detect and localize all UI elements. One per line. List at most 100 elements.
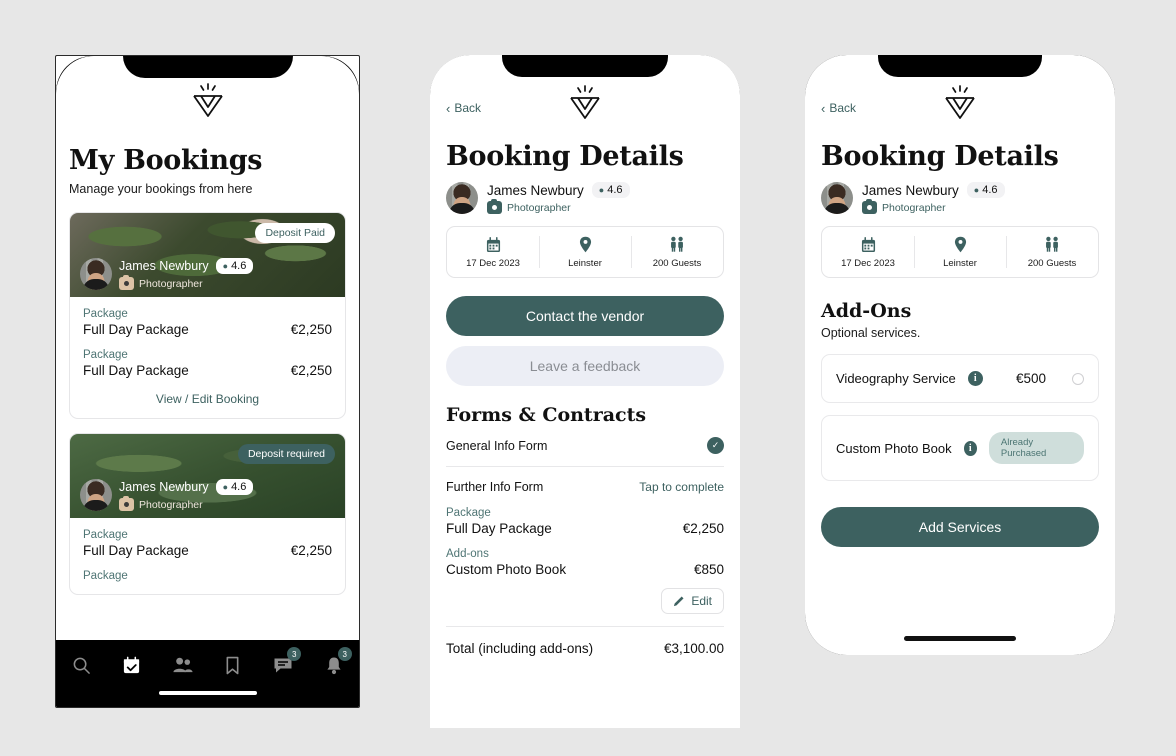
info-icon[interactable]: i (963, 440, 977, 456)
star-icon: ● (973, 184, 980, 195)
line-name: Full Day Package (83, 322, 189, 337)
location-pin-icon (916, 236, 1004, 253)
vendor-name: James Newbury (119, 259, 209, 273)
camera-icon (862, 198, 877, 214)
add-services-button[interactable]: Add Services (821, 507, 1099, 547)
addon-row[interactable]: Videography Service i €500 (821, 354, 1099, 403)
calendar-icon (449, 236, 537, 253)
booking-card[interactable]: Deposit required James Newbury ● 4.6 Phot… (69, 433, 346, 595)
form-row[interactable]: General Info Form ✓ (446, 437, 724, 454)
info-icon[interactable]: i (967, 371, 983, 386)
bottom-navigation: 3 3 (56, 640, 359, 707)
nav-bookings[interactable] (117, 653, 147, 677)
line-group-label: Package (83, 529, 128, 541)
nav-messages[interactable]: 3 (268, 647, 302, 677)
phone3-screen: ‹ Back Booking Details James Newbury ● 4… (805, 55, 1115, 655)
booking-facts: 17 Dec 2023 Leinster 200 Guests (821, 226, 1099, 278)
booking-card-photo: Deposit Paid James Newbury ● 4.6 Photogra… (70, 213, 345, 297)
leave-feedback-button[interactable]: Leave a feedback (446, 346, 724, 386)
camera-icon (119, 495, 134, 511)
fact-label: 17 Dec 2023 (466, 258, 520, 269)
pencil-icon (674, 596, 684, 607)
phone-add-ons: ‹ Back Booking Details James Newbury ● 4… (805, 55, 1115, 655)
back-label: Back (829, 101, 857, 115)
line-price: €2,250 (682, 521, 724, 536)
star-icon: ● (222, 481, 229, 492)
avatar (80, 258, 112, 290)
already-purchased-badge: Already Purchased (988, 432, 1084, 464)
nav-notifications[interactable]: 3 (319, 647, 352, 677)
line-group-label: Package (83, 349, 128, 361)
total-value: €3,100.00 (663, 641, 724, 656)
addon-select-radio[interactable] (1072, 372, 1084, 385)
fact-label: 200 Guests (1027, 258, 1077, 269)
addon-price: €500 (1015, 371, 1046, 386)
fact-label: 200 Guests (652, 258, 702, 269)
phone2-screen: ‹ Back Booking Details James Newbury ● 4… (430, 55, 740, 728)
rating-badge: ● 4.6 (591, 182, 630, 198)
form-label: Further Info Form (446, 480, 544, 494)
phone-my-bookings: My Bookings Manage your bookings from he… (55, 55, 360, 708)
line-item: Package Full Day Package €2,250 (83, 349, 332, 378)
contact-vendor-button[interactable]: Contact the vendor (446, 296, 724, 336)
line-group-label: Package (83, 308, 128, 320)
page-title: Booking Details (446, 141, 684, 172)
view-edit-booking-link[interactable]: View / Edit Booking (83, 392, 332, 406)
card-vendor: James Newbury ● 4.6 Photographer (80, 258, 254, 290)
addon-row: Custom Photo Book i Already Purchased (821, 415, 1099, 481)
line-item: Package Full Day Package €2,250 (83, 529, 332, 558)
nav-people[interactable] (167, 653, 197, 677)
camera-icon (119, 274, 134, 290)
bookmark-icon (226, 656, 239, 674)
avatar (80, 479, 112, 511)
fact-location: Leinster (539, 227, 631, 277)
vendor-role: Photographer (119, 274, 253, 290)
form-row[interactable]: Further Info Form Tap to complete (446, 480, 724, 494)
calendar-check-icon (124, 656, 140, 673)
line-name: Full Day Package (446, 521, 552, 536)
line-group-label: Package (83, 570, 128, 582)
page-subtitle: Manage your bookings from here (69, 182, 253, 196)
back-button[interactable]: ‹ Back (821, 101, 856, 115)
wedding-diamond-w-logo-icon (570, 85, 600, 119)
vendor-row: James Newbury ● 4.6 Photographer (446, 182, 724, 214)
vendor-role-label: Photographer (139, 498, 203, 511)
vendor-row: James Newbury ● 4.6 Photographer (821, 182, 1099, 214)
avatar (821, 182, 853, 214)
wedding-diamond-w-logo-icon (192, 83, 223, 117)
nav-search[interactable] (66, 653, 96, 677)
addons-section-title: Add-Ons (821, 300, 912, 322)
page-title: Booking Details (821, 141, 1059, 172)
line-name: Full Day Package (83, 363, 189, 378)
fact-label: Leinster (568, 258, 602, 269)
dynamic-island (122, 56, 293, 78)
vendor-role-label: Photographer (507, 201, 571, 214)
addons-subtitle: Optional services. (821, 326, 921, 340)
form-label: General Info Form (446, 438, 548, 453)
chevron-left-icon: ‹ (821, 100, 826, 116)
fact-guests: 200 Guests (631, 227, 723, 277)
booking-card-body: Package Full Day Package €2,250 Package … (70, 297, 345, 418)
line-item: Package (83, 570, 332, 582)
line-price: €2,250 (290, 322, 332, 337)
message-badge: 3 (287, 647, 302, 661)
back-button[interactable]: ‹ Back (446, 101, 481, 115)
phone-booking-details: ‹ Back Booking Details James Newbury ● 4… (430, 55, 740, 728)
fact-guests: 200 Guests (1006, 227, 1098, 277)
booking-card[interactable]: Deposit Paid James Newbury ● 4.6 Photogra… (69, 212, 346, 419)
vendor-role-label: Photographer (139, 277, 203, 290)
line-group-label: Package (446, 507, 491, 519)
nav-saved[interactable] (218, 653, 248, 677)
booking-card-body: Package Full Day Package €2,250 Package (70, 518, 345, 594)
vendor-name: James Newbury (487, 182, 584, 198)
vendor-name: James Newbury (862, 182, 959, 198)
chevron-left-icon: ‹ (446, 100, 451, 116)
fact-date: 17 Dec 2023 (822, 227, 914, 277)
page-title: My Bookings (69, 145, 263, 176)
tap-to-complete-link[interactable]: Tap to complete (639, 480, 724, 494)
edit-button[interactable]: Edit (661, 588, 724, 614)
location-pin-icon (541, 236, 629, 253)
wedding-diamond-w-logo-icon (945, 85, 975, 119)
status-badge: Deposit required (237, 444, 335, 464)
camera-icon (487, 198, 502, 214)
